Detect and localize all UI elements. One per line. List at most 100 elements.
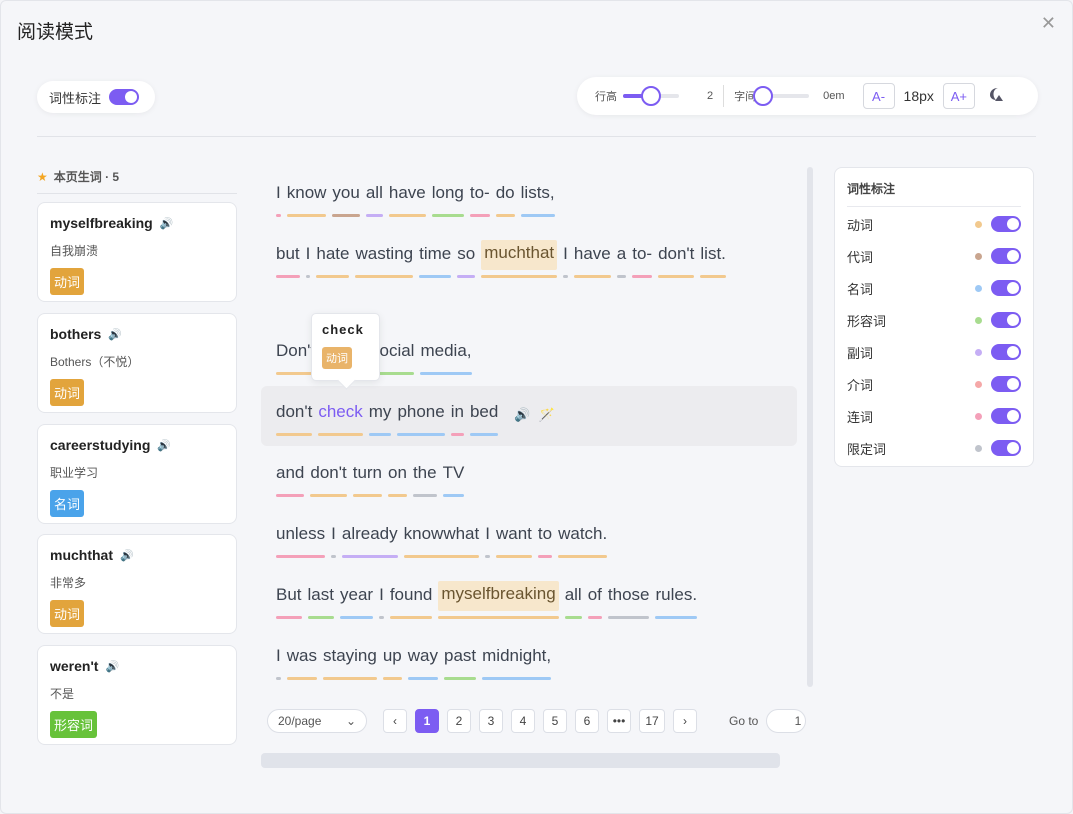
pos-filter-toggle[interactable] bbox=[991, 440, 1021, 456]
page-button[interactable]: 3 bbox=[479, 709, 503, 733]
word-token[interactable]: those bbox=[607, 585, 650, 619]
next-page-button[interactable]: › bbox=[673, 709, 697, 733]
page-button[interactable]: 5 bbox=[543, 709, 567, 733]
word-token[interactable]: bed bbox=[469, 402, 499, 436]
reading-line[interactable]: but Ihate wasting time so muchthat Ihave a to-do… bbox=[261, 228, 797, 288]
pos-filter-toggle[interactable] bbox=[991, 376, 1021, 392]
pos-filter-toggle[interactable] bbox=[991, 216, 1021, 232]
word-token[interactable]: to- bbox=[632, 244, 653, 278]
prev-page-button[interactable]: ‹ bbox=[383, 709, 407, 733]
reading-pane[interactable]: Iknow you all have long to-do lists, but Ihate wa… bbox=[261, 167, 801, 687]
word-token[interactable]: I bbox=[276, 183, 281, 217]
word-token[interactable]: all bbox=[365, 183, 383, 217]
word-token[interactable]: unless bbox=[276, 524, 326, 558]
magic-wand-icon[interactable]: 🪄 bbox=[539, 407, 555, 423]
word-card[interactable]: myselfbreaking 🔊 自我崩溃 动词 bbox=[37, 202, 237, 302]
word-token[interactable]: staying bbox=[322, 646, 377, 680]
word-token[interactable]: know bbox=[286, 183, 327, 217]
word-token[interactable]: don't bbox=[310, 463, 347, 497]
speaker-icon[interactable]: 🔊 bbox=[514, 407, 530, 423]
word-token[interactable]: a bbox=[616, 244, 627, 278]
word-token[interactable]: found bbox=[389, 585, 433, 619]
pos-filter-toggle[interactable] bbox=[991, 312, 1021, 328]
word-token[interactable]: don't bbox=[658, 244, 695, 278]
word-token[interactable]: was bbox=[286, 646, 317, 680]
font-decrease-button[interactable]: A- bbox=[862, 83, 895, 109]
word-token[interactable]: watch. bbox=[558, 524, 608, 558]
word-token[interactable]: but bbox=[276, 244, 300, 278]
letter-spacing-knob[interactable] bbox=[753, 86, 774, 106]
word-token[interactable]: in bbox=[450, 402, 464, 436]
speaker-icon[interactable]: 🔊 bbox=[120, 549, 134, 562]
word-token[interactable]: wasting bbox=[355, 244, 414, 278]
per-page-select[interactable]: 20/page ⌄ bbox=[267, 709, 367, 733]
word-token[interactable]: the bbox=[412, 463, 437, 497]
word-token[interactable]: media, bbox=[420, 341, 472, 375]
reading-line[interactable]: Iknow you all have long to-do lists, bbox=[261, 167, 797, 227]
pos-toggle-switch[interactable] bbox=[109, 89, 140, 105]
word-token[interactable]: up bbox=[382, 646, 402, 680]
reading-line[interactable]: Iwas staying up way past midnight, bbox=[261, 630, 797, 687]
speaker-icon[interactable]: 🔊 bbox=[108, 328, 122, 341]
word-token[interactable]: don't bbox=[276, 402, 313, 436]
word-token[interactable]: you bbox=[332, 183, 360, 217]
word-token[interactable]: I bbox=[379, 585, 384, 619]
reading-line[interactable]: unless Ialready knowwhat Iwant to watch. bbox=[261, 508, 797, 568]
more-pages-button[interactable]: ••• bbox=[607, 709, 631, 733]
page-button[interactable]: 1 bbox=[415, 709, 439, 733]
word-token[interactable]: already bbox=[341, 524, 398, 558]
word-token[interactable]: lists, bbox=[520, 183, 555, 217]
word-token[interactable]: way bbox=[407, 646, 438, 680]
word-token[interactable]: I bbox=[563, 244, 568, 278]
word-token[interactable]: and bbox=[276, 463, 305, 497]
word-token[interactable]: do bbox=[495, 183, 515, 217]
word-token[interactable]: muchthat bbox=[481, 240, 558, 278]
word-token[interactable]: last bbox=[307, 585, 334, 619]
word-token[interactable]: I bbox=[305, 244, 311, 278]
word-token[interactable]: have bbox=[573, 244, 611, 278]
page-button[interactable]: 2 bbox=[447, 709, 471, 733]
pos-filter-toggle[interactable] bbox=[991, 408, 1021, 424]
speaker-icon[interactable]: 🔊 bbox=[105, 660, 119, 673]
word-token[interactable]: turn bbox=[352, 463, 383, 497]
page-button[interactable]: 17 bbox=[639, 709, 665, 733]
letter-spacing-slider[interactable] bbox=[753, 86, 810, 106]
word-token[interactable]: want bbox=[495, 524, 532, 558]
font-increase-button[interactable]: A+ bbox=[942, 83, 975, 109]
word-card[interactable]: bothers 🔊 Bothers（不悦） 动词 bbox=[37, 313, 237, 413]
word-token[interactable]: I bbox=[331, 524, 336, 558]
horizontal-scrollbar[interactable] bbox=[261, 753, 780, 768]
word-token[interactable]: I bbox=[276, 646, 281, 680]
word-token[interactable]: to- bbox=[469, 183, 490, 217]
word-card[interactable]: weren't 🔊 不是 形容词 bbox=[37, 645, 237, 745]
word-token[interactable]: phone bbox=[397, 402, 445, 436]
word-token[interactable]: TV bbox=[442, 463, 465, 497]
speaker-icon[interactable]: 🔊 bbox=[157, 439, 171, 452]
word-token[interactable]: so bbox=[457, 244, 476, 278]
word-token[interactable]: have bbox=[388, 183, 426, 217]
word-token[interactable]: on bbox=[388, 463, 407, 497]
goto-input[interactable]: 1 bbox=[766, 709, 807, 733]
word-token[interactable]: midnight, bbox=[482, 646, 552, 680]
word-token[interactable]: knowwhat bbox=[403, 524, 480, 558]
page-button[interactable]: 6 bbox=[575, 709, 599, 733]
word-token[interactable]: list. bbox=[700, 244, 726, 278]
close-icon[interactable]: ✕ bbox=[1041, 13, 1056, 34]
reading-line[interactable]: But last year Ifound myselfbreaking all of thos… bbox=[261, 569, 797, 629]
word-token[interactable]: hate bbox=[316, 244, 350, 278]
word-token[interactable]: check bbox=[318, 402, 363, 436]
line-height-slider[interactable] bbox=[623, 86, 679, 106]
word-token[interactable]: of bbox=[587, 585, 602, 619]
pos-filter-toggle[interactable] bbox=[991, 344, 1021, 360]
word-token[interactable]: past bbox=[444, 646, 477, 680]
word-token[interactable]: year bbox=[340, 585, 374, 619]
word-token[interactable]: myselfbreaking bbox=[438, 581, 559, 619]
line-height-knob[interactable] bbox=[641, 86, 661, 106]
reading-line[interactable]: don't check my phone in bed 🔊 🪄 bbox=[261, 386, 797, 446]
word-token[interactable]: all bbox=[564, 585, 582, 619]
word-token[interactable]: time bbox=[419, 244, 452, 278]
reader-scrollbar[interactable] bbox=[807, 167, 813, 687]
pos-filter-toggle[interactable] bbox=[991, 248, 1021, 264]
moon-icon[interactable] bbox=[987, 86, 1005, 107]
word-token[interactable]: I bbox=[485, 524, 490, 558]
